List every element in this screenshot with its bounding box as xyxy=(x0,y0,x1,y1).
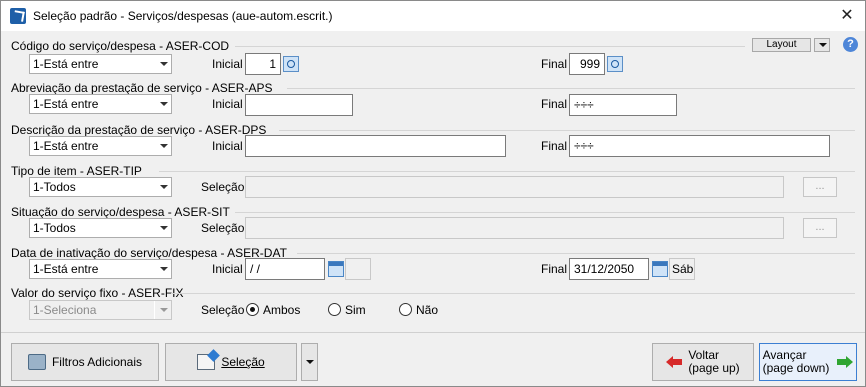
group-title-fix: Valor do serviço fixo - ASER-FIX xyxy=(11,286,184,300)
sit-selection-field[interactable] xyxy=(245,217,784,239)
selection-button[interactable]: Seleção xyxy=(165,343,297,381)
group-divider xyxy=(235,46,745,47)
dps-final-field[interactable]: ÷÷÷ xyxy=(569,135,830,157)
mode-select-value: 1-Todos xyxy=(33,221,76,235)
app-icon xyxy=(10,8,26,24)
label-final: Final xyxy=(541,97,568,111)
sit-browse-button[interactable]: ... xyxy=(803,218,837,238)
close-icon[interactable]: ✕ xyxy=(837,6,857,26)
arrow-left-icon xyxy=(666,356,683,368)
next-label: Avançar (page down) xyxy=(763,349,830,375)
chevron-down-icon xyxy=(154,55,171,73)
group-title-sit: Situação do serviço/despesa - ASER-SIT xyxy=(11,205,230,219)
chevron-down-icon xyxy=(154,95,171,113)
radio-ambos[interactable] xyxy=(246,303,259,316)
group-divider xyxy=(171,293,855,294)
radio-sim[interactable] xyxy=(328,303,341,316)
cod-final-field[interactable]: 999 xyxy=(569,53,605,75)
arrow-right-icon xyxy=(837,356,854,368)
mode-select-value: 1-Está entre xyxy=(33,139,99,153)
additional-filters-button[interactable]: Filtros Adicionais xyxy=(11,343,159,381)
filter-icon xyxy=(27,354,46,370)
calendar-icon[interactable] xyxy=(652,261,668,277)
label-inicial: Inicial xyxy=(212,57,243,71)
dat-initial-field[interactable]: / / xyxy=(245,258,325,280)
radio-ambos-label[interactable]: Ambos xyxy=(263,303,300,317)
group-divider xyxy=(235,212,855,213)
dat-final-field[interactable]: 31/12/2050 xyxy=(569,258,649,280)
dialog-window: Seleção padrão - Serviços/despesas (aue-… xyxy=(0,0,866,387)
filter-form: Layout ? Código do serviço/despesa - ASE… xyxy=(1,32,865,332)
chevron-down-icon xyxy=(305,360,314,364)
group-title-aps: Abreviação da prestação de serviço - ASE… xyxy=(11,81,273,95)
layout-button[interactable]: Layout xyxy=(752,38,811,52)
radio-nao[interactable] xyxy=(399,303,412,316)
label-final: Final xyxy=(541,262,568,276)
mode-select-fix[interactable]: 1-Seleciona xyxy=(29,300,172,320)
search-icon[interactable] xyxy=(283,56,299,72)
back-label: Voltar (page up) xyxy=(688,349,739,375)
mode-select-value: 1-Seleciona xyxy=(33,303,97,317)
chevron-down-icon xyxy=(154,260,171,278)
dat-initial-weekday xyxy=(345,258,371,280)
label-inicial: Inicial xyxy=(212,139,243,153)
radio-sim-label[interactable]: Sim xyxy=(345,303,366,317)
tip-browse-button[interactable]: ... xyxy=(803,177,837,197)
calendar-icon[interactable] xyxy=(328,261,344,277)
mode-select-dps[interactable]: 1-Está entre xyxy=(29,136,172,156)
label-final: Final xyxy=(541,57,568,71)
next-label-line2: (page down) xyxy=(762,361,830,375)
label-selecao: Seleção xyxy=(201,303,245,317)
selection-dropdown-button[interactable] xyxy=(301,343,318,381)
mode-select-dat[interactable]: 1-Está entre xyxy=(29,259,172,279)
dat-final-weekday: Sáb xyxy=(669,258,695,280)
group-divider xyxy=(297,253,855,254)
chevron-down-icon xyxy=(154,219,171,237)
back-label-line2: (page up) xyxy=(688,361,740,375)
selection-label: Seleção xyxy=(221,355,265,369)
mode-select-value: 1-Está entre xyxy=(33,97,99,111)
group-title-tip: Tipo de item - ASER-TIP xyxy=(11,164,142,178)
label-inicial: Inicial xyxy=(212,262,243,276)
aps-final-field[interactable]: ÷÷÷ xyxy=(569,94,677,116)
mode-select-value: 1-Todos xyxy=(33,180,76,194)
help-icon[interactable]: ? xyxy=(843,37,858,52)
back-button[interactable]: Voltar (page up) xyxy=(652,343,754,381)
chevron-down-icon xyxy=(154,178,171,196)
mode-select-value: 1-Está entre xyxy=(33,262,99,276)
dps-initial-field[interactable] xyxy=(245,135,506,157)
tip-selection-field[interactable] xyxy=(245,176,784,198)
group-title-dps: Descrição da prestação de serviço - ASER… xyxy=(11,123,267,137)
radio-nao-label[interactable]: Não xyxy=(416,303,438,317)
mode-select-tip[interactable]: 1-Todos xyxy=(29,177,172,197)
aps-initial-field[interactable] xyxy=(245,94,353,116)
chevron-down-icon xyxy=(154,137,171,155)
edit-selection-icon xyxy=(197,354,216,370)
label-inicial: Inicial xyxy=(212,97,243,111)
mode-select-aps[interactable]: 1-Está entre xyxy=(29,94,172,114)
group-divider xyxy=(159,171,855,172)
label-final: Final xyxy=(541,139,568,153)
additional-filters-label: Filtros Adicionais xyxy=(51,355,143,369)
group-divider xyxy=(279,130,855,131)
mode-select-sit[interactable]: 1-Todos xyxy=(29,218,172,238)
search-icon[interactable] xyxy=(607,56,623,72)
label-selecao: Seleção xyxy=(201,221,245,235)
group-divider xyxy=(287,88,855,89)
cod-initial-field[interactable]: 1 xyxy=(245,53,281,75)
window-title: Seleção padrão - Serviços/despesas (aue-… xyxy=(33,9,333,23)
mode-select-cod[interactable]: 1-Está entre xyxy=(29,54,172,74)
group-title-cod: Código do serviço/despesa - ASER-COD xyxy=(11,39,230,53)
title-bar: Seleção padrão - Serviços/despesas (aue-… xyxy=(1,1,865,31)
chevron-down-icon xyxy=(154,301,171,319)
footer-divider xyxy=(1,332,865,333)
next-button[interactable]: Avançar (page down) xyxy=(759,343,857,381)
mode-select-value: 1-Está entre xyxy=(33,57,99,71)
label-selecao: Seleção xyxy=(201,180,245,194)
layout-dropdown-arrow-icon[interactable] xyxy=(814,38,830,52)
